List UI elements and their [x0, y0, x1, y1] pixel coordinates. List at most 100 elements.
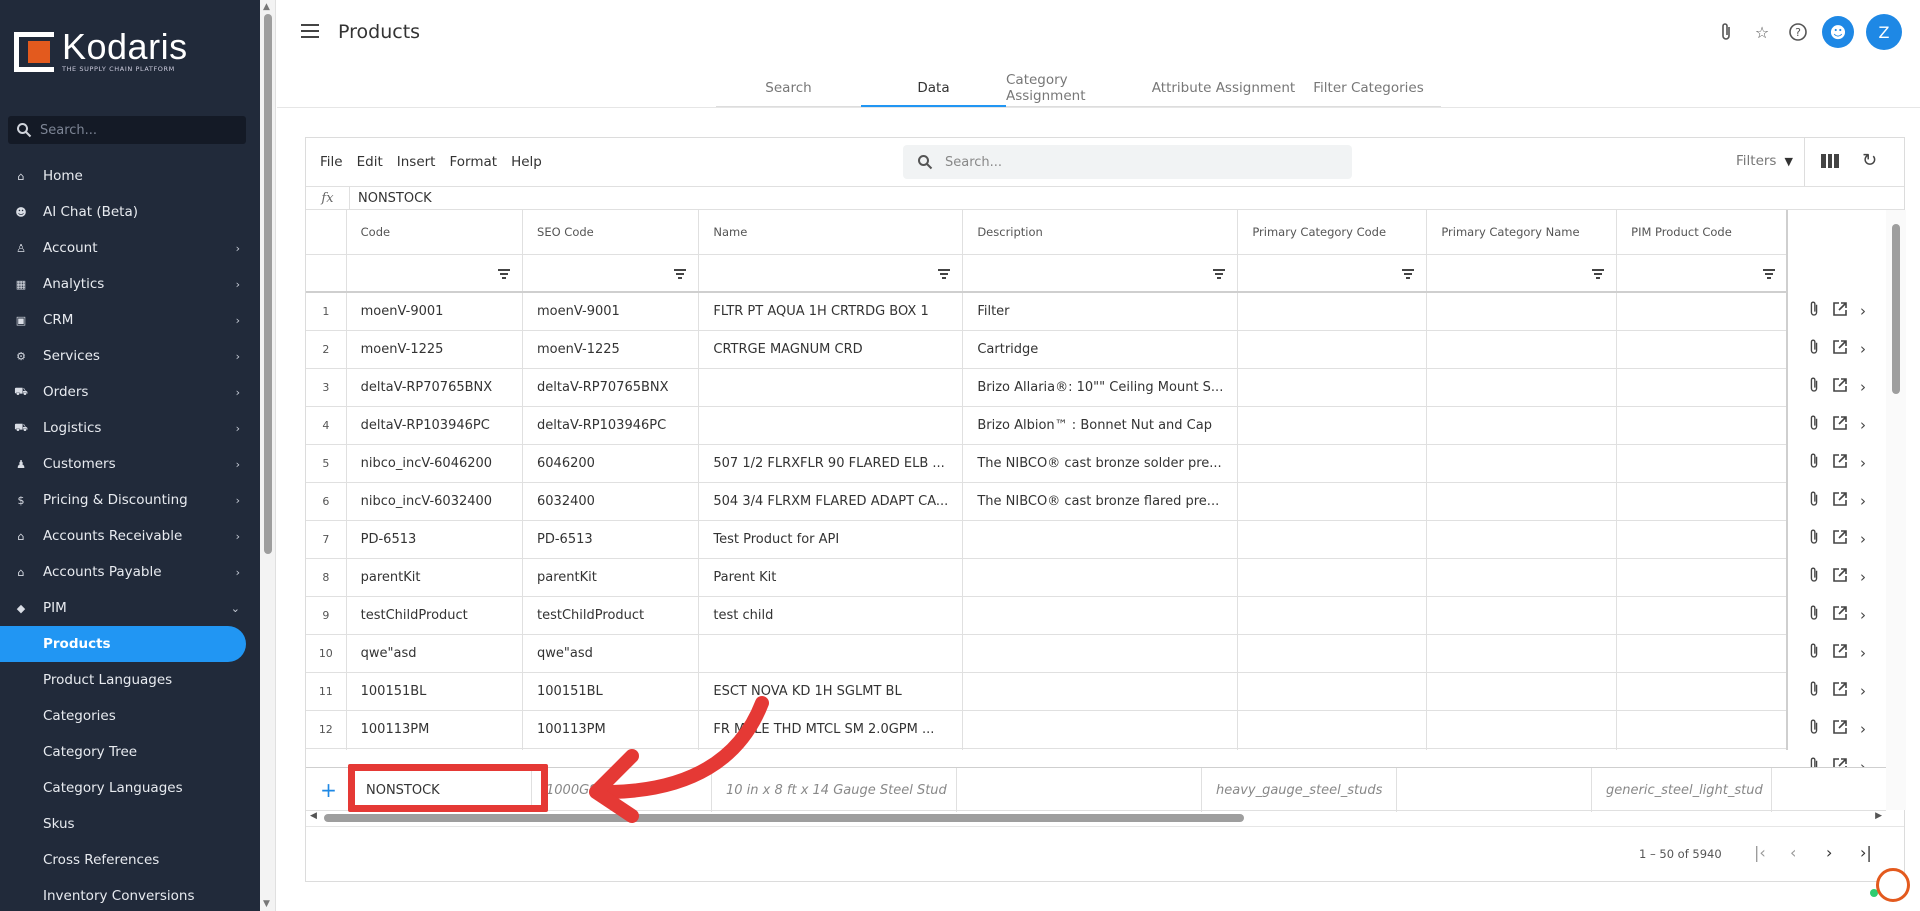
cell-code[interactable]: PD-6513 [346, 520, 524, 559]
cell-empty[interactable] [1237, 406, 1428, 445]
cell-code[interactable]: deltaV-RP70765BNX [346, 368, 524, 407]
new-row-primary-category-name[interactable] [1397, 768, 1592, 812]
scroll-left-icon[interactable]: ◀ [310, 811, 317, 821]
sidebar-scroll-thumb[interactable] [264, 14, 272, 554]
filter-icon[interactable] [1592, 268, 1605, 279]
cell-desc[interactable] [962, 558, 1239, 597]
sidebar-item-account[interactable]: ♙ Account › [0, 230, 260, 266]
cell-empty[interactable] [1426, 406, 1618, 445]
cell-desc[interactable] [962, 710, 1239, 749]
cell-desc[interactable]: Filter [962, 292, 1239, 331]
cell-seo[interactable]: 6046200 [522, 444, 700, 483]
column-header-seo-code[interactable]: SEO Code [522, 210, 700, 255]
cell-empty[interactable] [1426, 368, 1618, 407]
sidebar-item-ai-chat[interactable]: ☻ AI Chat (Beta) [0, 194, 260, 230]
last-page-icon[interactable]: ›| [1860, 843, 1872, 862]
menu-help[interactable]: Help [511, 154, 542, 170]
sidebar-subitem-category-languages[interactable]: Category Languages [0, 770, 260, 806]
paperclip-icon[interactable] [1808, 642, 1820, 664]
open-in-new-icon[interactable] [1832, 567, 1848, 587]
cell-empty[interactable] [1426, 330, 1618, 369]
cell-desc[interactable]: Cartridge [962, 330, 1239, 369]
cell-code[interactable]: moenV-1225 [346, 330, 524, 369]
column-filter-primary-category-name[interactable] [1426, 254, 1618, 293]
formula-bar[interactable]: fx NONSTOCK [306, 186, 1904, 210]
paperclip-icon[interactable] [1808, 528, 1820, 550]
cell-seo[interactable]: deltaV-RP103946PC [522, 406, 700, 445]
table-row[interactable]: 3 deltaV-RP70765BNX deltaV-RP70765BNX Brizo… [306, 368, 1886, 407]
table-row[interactable]: 2 moenV-1225 moenV-1225 CRTRGE MAGNUM CRD Ca… [306, 330, 1886, 369]
cell-empty[interactable] [1616, 444, 1788, 483]
cell-desc[interactable]: Brizo Albion™ : Bonnet Nut and Cap [962, 406, 1239, 445]
cell-empty[interactable] [1616, 520, 1788, 559]
paperclip-icon[interactable] [1808, 300, 1820, 322]
cell-desc[interactable] [962, 748, 1239, 750]
menu-edit[interactable]: Edit [357, 154, 383, 170]
sidebar-subitem-inventory-conversions[interactable]: Inventory Conversions [0, 878, 260, 911]
cell-empty[interactable] [1616, 330, 1788, 369]
open-in-new-icon[interactable] [1832, 681, 1848, 701]
sidebar-item-customers[interactable]: ♟ Customers › [0, 446, 260, 482]
paperclip-icon[interactable] [1808, 566, 1820, 588]
chevron-right-icon[interactable]: › [1860, 454, 1866, 472]
cell-desc[interactable] [962, 634, 1239, 673]
cell-desc[interactable] [962, 520, 1239, 559]
sidebar-item-logistics[interactable]: ⛟ Logistics › [0, 410, 260, 446]
cell-empty[interactable] [1237, 748, 1428, 750]
filter-icon[interactable] [1402, 268, 1415, 279]
scroll-right-icon[interactable]: ▶ [1875, 811, 1882, 821]
column-filter-description[interactable] [962, 254, 1239, 293]
cell-code[interactable]: nibco_incV-6046200 [346, 444, 524, 483]
table-row[interactable]: 4 deltaV-RP103946PC deltaV-RP103946PC Brizo… [306, 406, 1886, 445]
cell-empty[interactable] [1616, 634, 1788, 673]
cell-code[interactable]: 100113PM [346, 710, 524, 749]
tab-search[interactable]: Search [716, 70, 861, 106]
cell-seo[interactable]: moenV-1225 [522, 330, 700, 369]
paperclip-icon[interactable] [1808, 718, 1820, 740]
menu-insert[interactable]: Insert [397, 154, 436, 170]
cell-seo[interactable]: moenV-9001 [522, 292, 700, 331]
column-header-primary-category-code[interactable]: Primary Category Code [1237, 210, 1428, 255]
filter-icon[interactable] [674, 268, 687, 279]
cell-name[interactable] [698, 368, 964, 407]
filter-icon[interactable] [498, 268, 511, 279]
sidebar-item-crm[interactable]: ▣ CRM › [0, 302, 260, 338]
sidebar-item-pricing[interactable]: $ Pricing & Discounting › [0, 482, 260, 518]
column-header-primary-category-name[interactable]: Primary Category Name [1426, 210, 1618, 255]
sidebar-search[interactable] [8, 116, 246, 144]
cell-empty[interactable] [1426, 558, 1618, 597]
cell-empty[interactable] [1616, 558, 1788, 597]
cell-empty[interactable] [1616, 748, 1788, 750]
grid-horizontal-scrollbar[interactable]: ◀ ▶ [306, 811, 1886, 825]
cell-empty[interactable] [1426, 634, 1618, 673]
cell-name[interactable] [698, 406, 964, 445]
table-row[interactable]: 5 nibco_incV-6046200 6046200 507 1/2 FLRXFL… [306, 444, 1886, 483]
cell-seo[interactable]: deltaV-RP70765BNX [522, 368, 700, 407]
column-filter-name[interactable] [698, 254, 964, 293]
sidebar-scrollbar[interactable]: ▲ ▼ [260, 0, 276, 911]
grid-search[interactable] [903, 145, 1352, 179]
grid-vertical-scroll-thumb[interactable] [1892, 224, 1900, 394]
cell-empty[interactable] [1426, 520, 1618, 559]
grid-search-input[interactable] [945, 154, 1325, 170]
paperclip-icon[interactable] [1808, 490, 1820, 512]
sidebar-item-orders[interactable]: ⛟ Orders › [0, 374, 260, 410]
sidebar-item-accounts-receivable[interactable]: ⌂ Accounts Receivable › [0, 518, 260, 554]
cell-seo[interactable]: PD-6513 [522, 520, 700, 559]
tab-data[interactable]: Data [861, 70, 1006, 107]
paperclip-icon[interactable] [1808, 680, 1820, 702]
column-header-description[interactable]: Description [962, 210, 1239, 255]
grid-horizontal-scroll-thumb[interactable] [324, 814, 1244, 822]
sidebar-item-services[interactable]: ⚙ Services › [0, 338, 260, 374]
cell-empty[interactable] [1237, 444, 1428, 483]
new-row-seo-code[interactable]: 1000GS [532, 768, 712, 812]
open-in-new-icon[interactable] [1832, 605, 1848, 625]
cell-seo[interactable]: 100113PM [522, 710, 700, 749]
cell-desc[interactable]: The NIBCO® cast bronze flared pre... [962, 482, 1239, 521]
sidebar-item-accounts-payable[interactable]: ⌂ Accounts Payable › [0, 554, 260, 590]
table-row[interactable]: 9 testChildProduct testChildProduct test ch… [306, 596, 1886, 635]
open-in-new-icon[interactable] [1832, 453, 1848, 473]
sidebar-item-pim[interactable]: ◆ PIM ⌄ [0, 590, 260, 626]
avatar[interactable]: Z [1866, 14, 1902, 50]
cell-code[interactable] [346, 748, 524, 750]
